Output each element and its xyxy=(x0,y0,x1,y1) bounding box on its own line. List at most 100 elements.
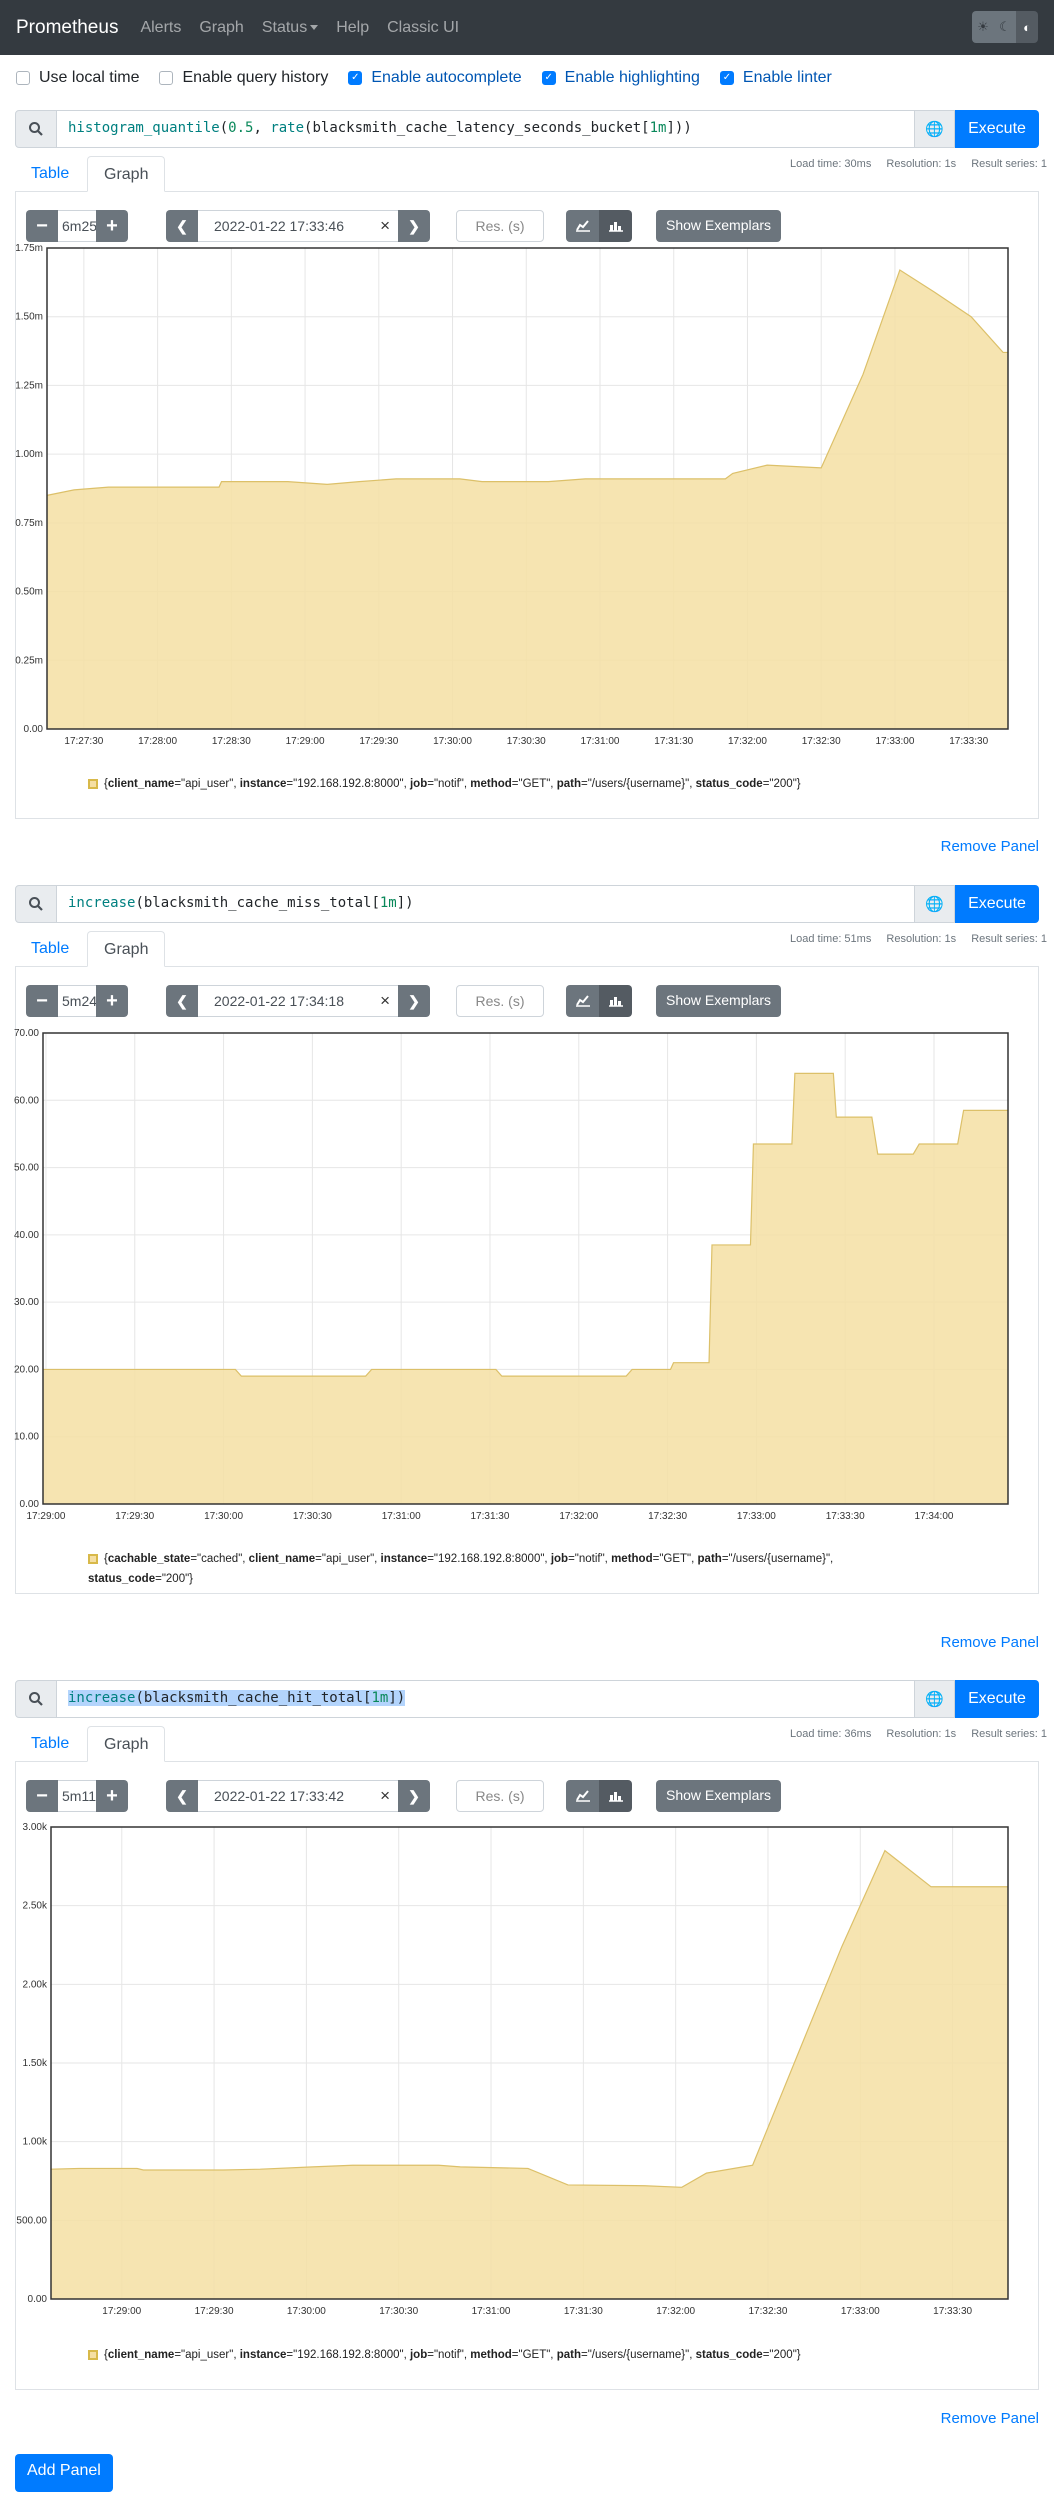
remove-panel-link[interactable]: Remove Panel xyxy=(941,838,1039,855)
range-controls: − 5m11s + xyxy=(26,1780,128,1812)
moon-icon[interactable]: ☾ xyxy=(994,11,1016,43)
stacking-controls xyxy=(566,210,632,242)
adjust-icon[interactable]: ◐ xyxy=(1016,11,1038,43)
execute-button[interactable]: Execute xyxy=(955,110,1039,148)
x-tick-label: 17:33:30 xyxy=(949,736,988,747)
remove-panel-link[interactable]: Remove Panel xyxy=(941,2410,1039,2427)
search-icon xyxy=(15,885,57,923)
series-label[interactable]: {cachable_state="cached", client_name="a… xyxy=(88,1553,833,1585)
increase-range-button[interactable]: + xyxy=(96,210,128,242)
exemplar-controls: Show Exemplars xyxy=(656,1780,782,1812)
x-tick-label: 17:31:00 xyxy=(472,2306,511,2317)
series-color-swatch[interactable] xyxy=(88,2349,98,2360)
option-enable-query-history[interactable]: Enable query history xyxy=(159,69,328,87)
y-tick-label: 30.00 xyxy=(14,1297,39,1308)
tab-graph[interactable]: Graph xyxy=(87,931,166,967)
globe-icon[interactable]: 🌐 xyxy=(915,1680,955,1718)
option-use-local-time[interactable]: Use local time xyxy=(16,69,139,87)
option-enable-autocomplete[interactable]: ✓ Enable autocomplete xyxy=(348,69,522,87)
stacked-chart-icon[interactable] xyxy=(599,985,632,1017)
range-input[interactable]: 5m11s xyxy=(58,1780,96,1812)
series-label[interactable]: {client_name="api_user", instance="192.1… xyxy=(104,778,801,790)
theme-toggle-group: ☀ ☾ ◐ xyxy=(972,11,1038,43)
y-tick-label: 3.00k xyxy=(23,1822,48,1833)
checkbox-checked[interactable]: ✓ xyxy=(348,71,363,85)
resolution-input[interactable]: Res. (s) xyxy=(456,210,544,242)
sun-icon[interactable]: ☀ xyxy=(972,11,994,43)
series-color-swatch[interactable] xyxy=(88,778,98,789)
x-tick-label: 17:29:30 xyxy=(195,2306,234,2317)
decrease-range-button[interactable]: − xyxy=(26,1780,58,1812)
y-tick-label: 0.00 xyxy=(24,724,44,735)
increase-range-button[interactable]: + xyxy=(96,985,128,1017)
chevron-right-icon[interactable]: ❯ xyxy=(398,1780,430,1812)
brand-link[interactable]: Prometheus xyxy=(16,17,118,39)
option-enable-highlighting[interactable]: ✓ Enable highlighting xyxy=(541,69,700,87)
clear-icon[interactable]: × xyxy=(380,991,390,1011)
decrease-range-button[interactable]: − xyxy=(26,210,58,242)
add-panel-button[interactable]: Add Panel xyxy=(15,2454,113,2492)
stacked-chart-icon[interactable] xyxy=(599,1780,632,1812)
query-input[interactable]: increase(blacksmith_cache_hit_total[1m]) xyxy=(57,1680,915,1718)
show-exemplars-button[interactable]: Show Exemplars xyxy=(656,210,782,242)
option-enable-linter[interactable]: ✓ Enable linter xyxy=(719,69,832,87)
stacked-chart-icon[interactable] xyxy=(599,210,632,242)
checkbox-checked[interactable]: ✓ xyxy=(719,71,734,85)
line-chart-icon[interactable] xyxy=(566,985,599,1017)
resolution-input[interactable]: Res. (s) xyxy=(456,985,544,1017)
tab-graph[interactable]: Graph xyxy=(87,156,166,192)
execute-button[interactable]: Execute xyxy=(955,885,1039,923)
clear-icon[interactable]: × xyxy=(380,1786,390,1806)
decrease-range-button[interactable]: − xyxy=(26,985,58,1017)
end-time-input[interactable]: 2022-01-22 17:33:42 × xyxy=(198,1780,398,1812)
range-input[interactable]: 6m25s xyxy=(58,210,96,242)
line-chart-icon[interactable] xyxy=(566,210,599,242)
checkbox[interactable] xyxy=(159,71,174,85)
y-tick-label: 500.00 xyxy=(16,2215,47,2226)
nav-graph[interactable]: Graph xyxy=(199,19,243,37)
series-color-swatch[interactable] xyxy=(88,1553,98,1564)
nav-classic-ui[interactable]: Classic UI xyxy=(387,19,459,37)
line-chart-icon[interactable] xyxy=(566,1780,599,1812)
end-time-input[interactable]: 2022-01-22 17:33:46 × xyxy=(198,210,398,242)
checkbox[interactable] xyxy=(16,71,30,85)
tab-table[interactable]: Table xyxy=(15,931,85,967)
show-exemplars-button[interactable]: Show Exemplars xyxy=(656,1780,782,1812)
chevron-right-icon[interactable]: ❯ xyxy=(398,985,430,1017)
x-tick-label: 17:33:30 xyxy=(933,2306,972,2317)
show-exemplars-button[interactable]: Show Exemplars xyxy=(656,985,782,1017)
end-time-controls: ❮ 2022-01-22 17:34:18 × ❯ xyxy=(166,985,430,1017)
x-tick-label: 17:32:00 xyxy=(656,2306,695,2317)
chevron-left-icon[interactable]: ❮ xyxy=(166,1780,198,1812)
execute-button[interactable]: Execute xyxy=(955,1680,1039,1718)
panel-tabs: Table Graph xyxy=(15,156,1039,192)
clear-icon[interactable]: × xyxy=(380,216,390,236)
x-tick-label: 17:33:30 xyxy=(826,1511,865,1522)
nav-help[interactable]: Help xyxy=(336,19,369,37)
graph-legend: {cachable_state="cached", client_name="a… xyxy=(88,1549,908,1589)
y-tick-label: 2.50k xyxy=(23,1901,48,1912)
series-label[interactable]: {client_name="api_user", instance="192.1… xyxy=(104,2349,801,2361)
checkbox-checked[interactable]: ✓ xyxy=(541,71,556,85)
tab-table[interactable]: Table xyxy=(15,1726,85,1762)
x-tick-label: 17:29:00 xyxy=(26,1511,65,1522)
nav-alerts[interactable]: Alerts xyxy=(140,19,181,37)
increase-range-button[interactable]: + xyxy=(96,1780,128,1812)
globe-icon[interactable]: 🌐 xyxy=(915,110,955,148)
resolution-input[interactable]: Res. (s) xyxy=(456,1780,544,1812)
range-input[interactable]: 5m24s xyxy=(58,985,96,1017)
option-label: Enable autocomplete xyxy=(371,69,522,86)
chevron-left-icon[interactable]: ❮ xyxy=(166,210,198,242)
globe-icon[interactable]: 🌐 xyxy=(915,885,955,923)
remove-panel-link[interactable]: Remove Panel xyxy=(941,1634,1039,1651)
nav-status-dropdown[interactable]: Status xyxy=(262,19,319,37)
query-input[interactable]: histogram_quantile(0.5, rate(blacksmith_… xyxy=(57,110,915,148)
chevron-right-icon[interactable]: ❯ xyxy=(398,210,430,242)
end-time-input[interactable]: 2022-01-22 17:34:18 × xyxy=(198,985,398,1017)
end-time-value: 2022-01-22 17:33:46 xyxy=(214,218,344,234)
tab-table[interactable]: Table xyxy=(15,156,85,192)
query-input[interactable]: increase(blacksmith_cache_miss_total[1m]… xyxy=(57,885,915,923)
x-tick-label: 17:33:00 xyxy=(841,2306,880,2317)
chevron-left-icon[interactable]: ❮ xyxy=(166,985,198,1017)
tab-graph[interactable]: Graph xyxy=(87,1726,166,1762)
